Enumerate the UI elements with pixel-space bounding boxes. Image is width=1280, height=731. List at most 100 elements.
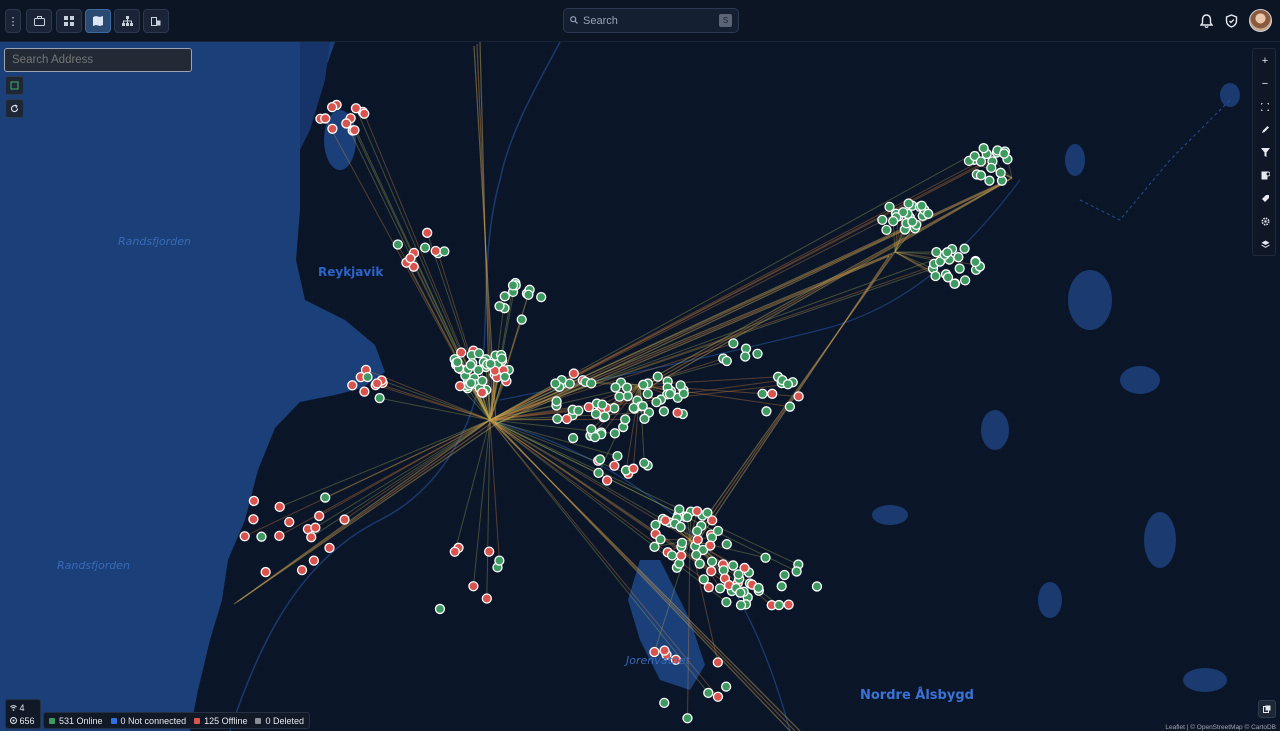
refresh-icon[interactable] [5,99,24,118]
device-marker-online[interactable] [589,431,601,443]
device-marker-offline[interactable] [320,113,331,124]
device-marker-online[interactable] [791,566,802,577]
device-marker-online[interactable] [637,400,648,412]
device-marker-online[interactable] [779,569,790,581]
device-marker-online[interactable] [970,256,981,268]
device-marker-offline[interactable] [783,599,794,610]
device-marker-offline[interactable] [705,540,716,551]
device-marker-offline[interactable] [476,387,488,398]
device-marker-online[interactable] [682,511,693,523]
device-marker-offline[interactable] [405,253,416,264]
device-marker-offline[interactable] [609,460,620,471]
fullscreen-icon[interactable] [1253,95,1277,118]
device-marker-online[interactable] [499,291,510,302]
hierarchy-icon[interactable] [114,9,140,33]
device-marker-online[interactable] [752,348,763,359]
device-marker-offline[interactable] [672,407,683,418]
device-marker-offline[interactable] [422,227,433,238]
tag-icon[interactable] [1253,187,1277,210]
device-marker-offline[interactable] [239,531,250,542]
device-marker-offline[interactable] [706,566,717,577]
device-marker-online[interactable] [735,587,746,598]
zoom-out-icon[interactable]: − [1253,72,1277,95]
map-canvas[interactable] [0,42,1280,731]
device-marker-online[interactable] [597,399,608,410]
device-marker-online[interactable] [903,198,914,209]
device-marker-online[interactable] [718,565,729,576]
device-marker-online[interactable] [931,247,942,258]
device-marker-online[interactable] [907,216,918,227]
device-marker-online[interactable] [784,401,796,412]
device-marker-offline[interactable] [692,534,703,545]
device-marker-online[interactable] [740,351,751,362]
device-marker-online[interactable] [452,356,463,368]
device-marker-online[interactable] [494,555,505,566]
device-marker-offline[interactable] [308,555,320,566]
device-marker-offline[interactable] [341,118,352,129]
device-marker-online[interactable] [499,371,511,382]
more-vertical-icon[interactable]: ⋮ [5,9,21,33]
device-marker-online[interactable] [599,411,610,422]
device-marker-offline[interactable] [712,691,724,702]
dashboard-icon[interactable] [56,9,82,33]
device-marker-online[interactable] [773,599,785,611]
device-marker-online[interactable] [434,603,446,615]
device-marker-offline[interactable] [767,388,778,399]
minimap-toggle-icon[interactable] [1258,700,1276,718]
device-marker-online[interactable] [986,162,997,174]
device-marker-online[interactable] [507,280,519,291]
device-marker-online[interactable] [728,338,739,349]
device-marker-online[interactable] [881,224,892,235]
device-marker-offline[interactable] [274,501,285,513]
device-marker-offline[interactable] [349,125,360,136]
device-marker-offline[interactable] [306,532,317,543]
briefcase-icon[interactable] [26,9,52,33]
device-marker-online[interactable] [516,314,527,325]
device-marker-offline[interactable] [484,546,495,557]
device-marker-online[interactable] [473,348,484,359]
device-marker-online[interactable] [721,355,732,367]
device-marker-online[interactable] [639,413,650,424]
map-icon[interactable] [85,9,111,33]
device-marker-online[interactable] [392,239,403,250]
device-marker-online[interactable] [614,391,625,402]
device-marker-online[interactable] [702,507,713,518]
device-marker-offline[interactable] [248,514,259,525]
device-marker-online[interactable] [496,353,508,364]
device-marker-online[interactable] [694,558,705,569]
device-marker-online[interactable] [639,457,650,469]
device-marker-offline[interactable] [691,506,703,517]
device-marker-offline[interactable] [793,391,804,402]
device-marker-online[interactable] [523,289,534,300]
device-marker-online[interactable] [652,371,663,382]
device-marker-offline[interactable] [324,542,335,554]
shield-icon[interactable] [1221,11,1241,31]
device-marker-offline[interactable] [371,378,383,389]
device-marker-offline[interactable] [739,562,750,574]
bell-icon[interactable] [1196,11,1216,31]
device-marker-online[interactable] [959,275,971,286]
device-marker-online[interactable] [999,148,1010,159]
device-marker-online[interactable] [942,247,953,258]
device-marker-offline[interactable] [568,368,579,379]
avatar[interactable] [1249,9,1272,32]
device-marker-online[interactable] [638,379,649,390]
device-marker-online[interactable] [953,252,964,263]
device-marker-offline[interactable] [676,550,687,561]
device-marker-online[interactable] [473,364,484,376]
device-marker-offline[interactable] [359,386,370,397]
device-marker-offline[interactable] [561,413,572,425]
device-marker-offline[interactable] [314,510,325,522]
device-marker-online[interactable] [884,201,895,213]
device-marker-online[interactable] [888,215,899,227]
device-marker-online[interactable] [692,525,703,537]
device-marker-online[interactable] [628,402,639,414]
device-marker-online[interactable] [485,358,496,370]
device-marker-online[interactable] [916,200,927,211]
device-marker-online[interactable] [649,541,660,552]
device-marker-online[interactable] [642,388,653,400]
device-marker-online[interactable] [610,382,621,393]
device-marker-online[interactable] [930,270,941,282]
device-marker-online[interactable] [609,428,621,439]
device-marker-online[interactable] [659,697,670,709]
